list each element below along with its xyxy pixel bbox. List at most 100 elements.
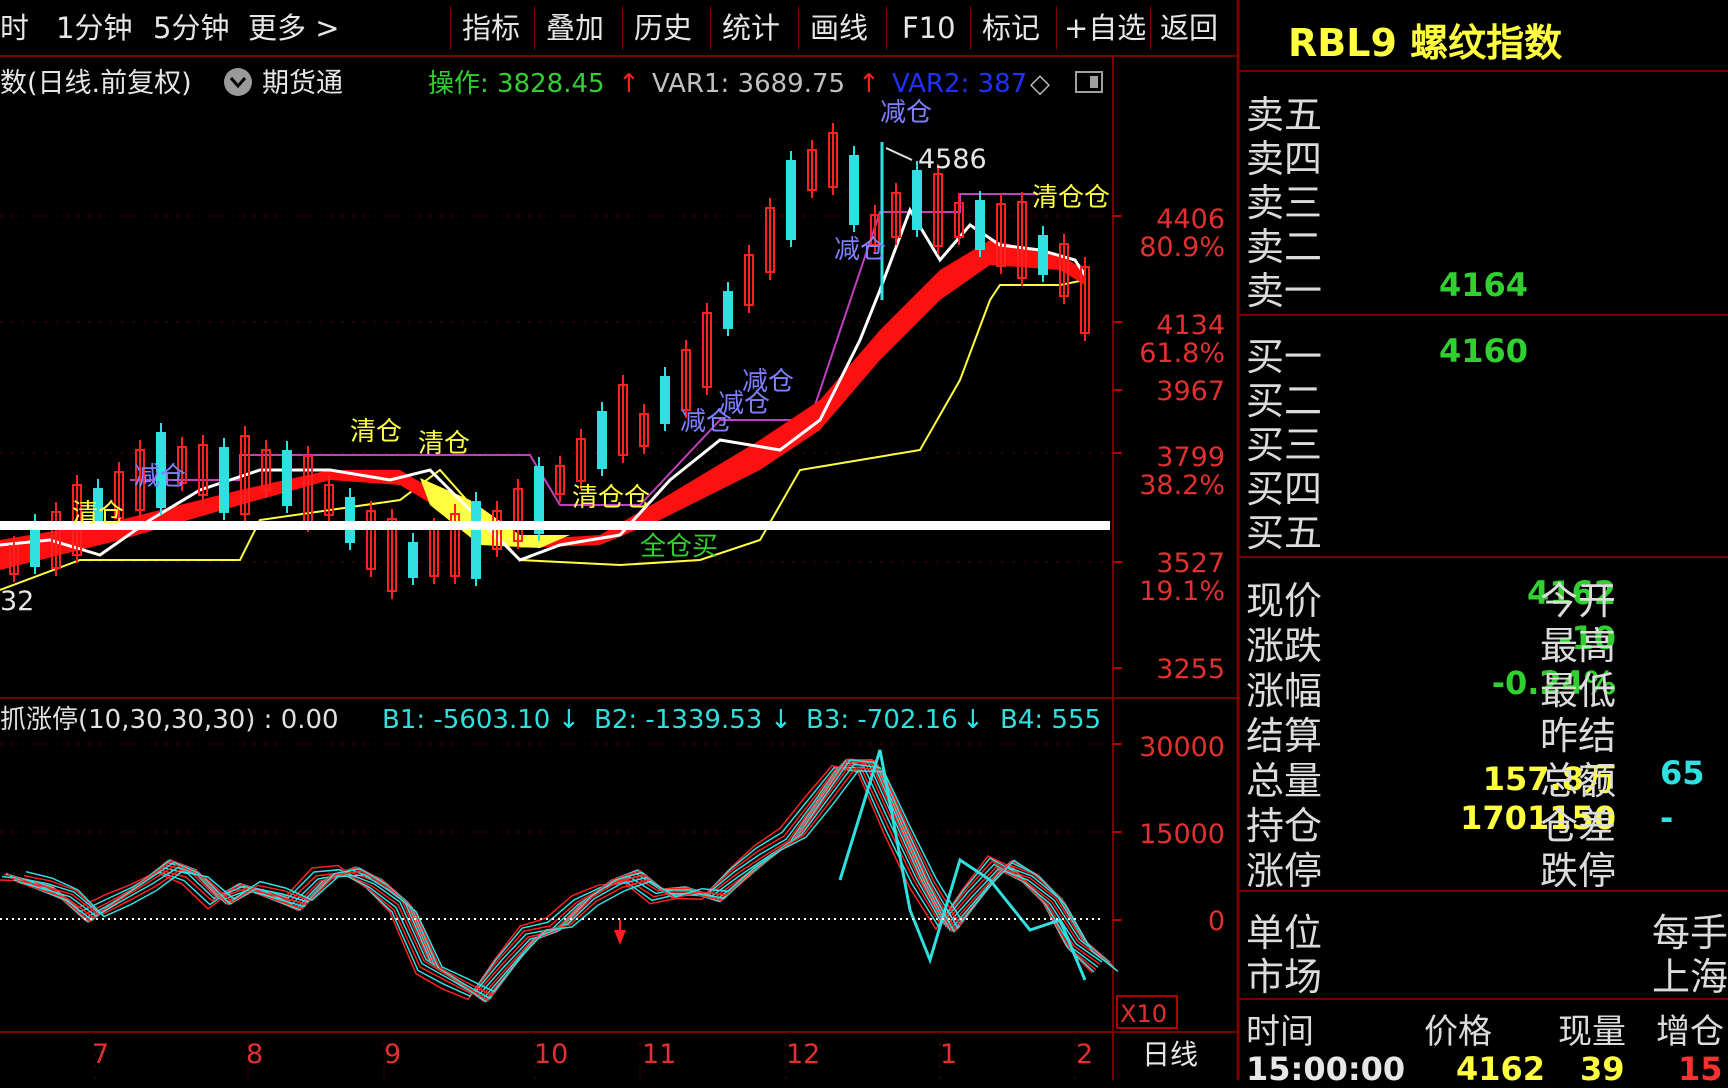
b2-value: B2: -1339.53 bbox=[594, 705, 762, 735]
signal-label: 减仓 bbox=[134, 462, 186, 492]
b3-value: B3: -702.16 bbox=[806, 705, 958, 735]
price-tick: 4134 bbox=[1156, 310, 1225, 341]
fib-label: 38.2% bbox=[1139, 470, 1225, 501]
var2-value: VAR2: 387 bbox=[892, 69, 1027, 99]
ticks-header-oi: 增仓 bbox=[1656, 1012, 1724, 1052]
month-label: 10 bbox=[534, 1039, 568, 1070]
month-label: 8 bbox=[246, 1039, 263, 1070]
indicator-wave bbox=[15, 758, 1109, 1003]
indicator-wave bbox=[11, 759, 1105, 1000]
period-label[interactable]: 日线 bbox=[1142, 1038, 1198, 1071]
candle-body bbox=[912, 170, 922, 230]
month-axis: 7 8 9 10 11 12 1 2 bbox=[92, 1039, 1093, 1070]
b1-value: B1: -5603.10 bbox=[382, 705, 550, 735]
indicator-tick: 15000 bbox=[1139, 819, 1225, 850]
candle-body bbox=[849, 155, 859, 225]
ask-level-label: 卖一 bbox=[1246, 269, 1323, 313]
candle-body bbox=[30, 523, 40, 567]
bid-level-price: 4160 bbox=[1438, 332, 1528, 370]
b2-down-arrow: ↓ bbox=[770, 705, 792, 735]
ticks-header-price: 价格 bbox=[1424, 1012, 1492, 1052]
indicator-wave bbox=[13, 759, 1107, 1002]
candle-body bbox=[471, 501, 481, 579]
indicator-tick: 30000 bbox=[1139, 732, 1225, 763]
candle-body bbox=[345, 497, 355, 543]
candle-body bbox=[219, 447, 229, 513]
b1-down-arrow: ↓ bbox=[558, 705, 580, 735]
peak-marker-icon bbox=[885, 147, 913, 161]
multiplier-label: X10 bbox=[1120, 1000, 1167, 1028]
stat-value-right: 65 bbox=[1660, 754, 1705, 792]
op-indicator-value: 操作: 3828.45 bbox=[428, 69, 605, 99]
price-axis: 4406 80.9% 4134 61.8% 3967 3799 38.2% 35… bbox=[1139, 204, 1225, 685]
futures-link[interactable]: 期货通 bbox=[224, 68, 343, 99]
indicator-tick: 0 bbox=[1208, 906, 1225, 937]
market-value: 上海 bbox=[1651, 955, 1728, 999]
fib-label: 19.1% bbox=[1139, 576, 1225, 607]
price-tick: 4406 bbox=[1156, 204, 1225, 235]
b4-value: B4: 555 bbox=[1000, 705, 1101, 735]
chart-title: 数(日线.前复权) bbox=[0, 68, 192, 99]
indicator-title: 抓涨停(10,30,30,30) : 0.00 bbox=[0, 705, 339, 735]
indicator-wave bbox=[17, 759, 1111, 1003]
dropdown-icon bbox=[224, 68, 252, 96]
fib-label: 61.8% bbox=[1139, 338, 1225, 369]
fib-label: 80.9% bbox=[1139, 232, 1225, 263]
candle-body bbox=[1038, 235, 1048, 275]
stat-label: 涨停 bbox=[1246, 849, 1323, 893]
candle-body bbox=[660, 376, 670, 424]
candle-body bbox=[408, 542, 418, 578]
indicator-main-wave bbox=[838, 749, 1087, 981]
signal-label: 清仓 bbox=[72, 499, 124, 529]
month-label: 12 bbox=[786, 1039, 820, 1070]
signal-label: 清仓仓 bbox=[1032, 183, 1110, 213]
signal-label: 全仓买 bbox=[640, 532, 718, 562]
symbol-title: RBL9 螺纹指数 bbox=[1288, 21, 1563, 65]
kline-chart[interactable]: 数(日线.前复权) 期货通 操作: 3828.45 ↑ VAR1: 3689.7… bbox=[0, 0, 1240, 1080]
tick-volume: 39 bbox=[1580, 1050, 1625, 1088]
market-label: 市场 bbox=[1246, 955, 1323, 999]
ticks-header-volume: 现量 bbox=[1558, 1012, 1626, 1052]
stat-label-right: 跌停 bbox=[1540, 849, 1617, 893]
indicator-axis: 30000 15000 0 bbox=[1139, 732, 1225, 937]
month-label: 1 bbox=[940, 1039, 957, 1070]
indicator-wave bbox=[9, 761, 1103, 998]
low-price-label: 32 bbox=[0, 586, 34, 617]
candle-body bbox=[786, 160, 796, 240]
candle-body bbox=[597, 411, 607, 469]
tick-price: 4162 bbox=[1456, 1050, 1546, 1088]
peak-price-label: 4586 bbox=[918, 144, 987, 175]
price-tick: 3967 bbox=[1156, 376, 1225, 407]
month-label: 7 bbox=[92, 1039, 109, 1070]
var1-up-arrow: ↑ bbox=[858, 69, 880, 99]
quote-panel: RBL9 螺纹指数 卖五 卖四 卖三 卖二 卖一 4164 买一 4160 买二 … bbox=[1240, 0, 1728, 1088]
price-tick: 3255 bbox=[1156, 654, 1225, 685]
trend-ribbon-yellow bbox=[420, 478, 570, 548]
op-up-arrow: ↑ bbox=[618, 69, 640, 99]
ticks-header-time: 时间 bbox=[1246, 1012, 1314, 1052]
support-line[interactable] bbox=[0, 521, 1110, 530]
panel-toggle-icon[interactable] bbox=[1075, 71, 1103, 93]
candle-body bbox=[723, 291, 733, 329]
buy-arrow-icon bbox=[614, 920, 626, 945]
diamond-icon[interactable]: ◇ bbox=[1030, 69, 1050, 99]
signal-label: 清仓仓 bbox=[572, 483, 650, 513]
signal-label: 清仓 bbox=[418, 429, 470, 459]
candle-body bbox=[282, 450, 292, 506]
month-label: 2 bbox=[1076, 1039, 1093, 1070]
candle-body bbox=[975, 200, 985, 250]
ask-level-price: 4164 bbox=[1438, 266, 1528, 304]
signal-label: 减仓 bbox=[880, 98, 932, 128]
month-label: 11 bbox=[642, 1039, 676, 1070]
bid-level-label: 买五 bbox=[1246, 511, 1323, 555]
month-label: 9 bbox=[384, 1039, 401, 1070]
price-tick: 3799 bbox=[1156, 442, 1225, 473]
tick-time: 15:00:00 bbox=[1246, 1050, 1406, 1088]
futures-button[interactable]: 期货通 bbox=[262, 68, 343, 99]
stat-value-right: - bbox=[1660, 799, 1674, 837]
b3-down-arrow: ↓ bbox=[962, 705, 984, 735]
tick-oi: 15 bbox=[1678, 1050, 1723, 1088]
var1-value: VAR1: 3689.75 bbox=[652, 69, 845, 99]
signal-label: 清仓 bbox=[350, 417, 402, 447]
signal-label: 减仓 bbox=[834, 235, 886, 265]
